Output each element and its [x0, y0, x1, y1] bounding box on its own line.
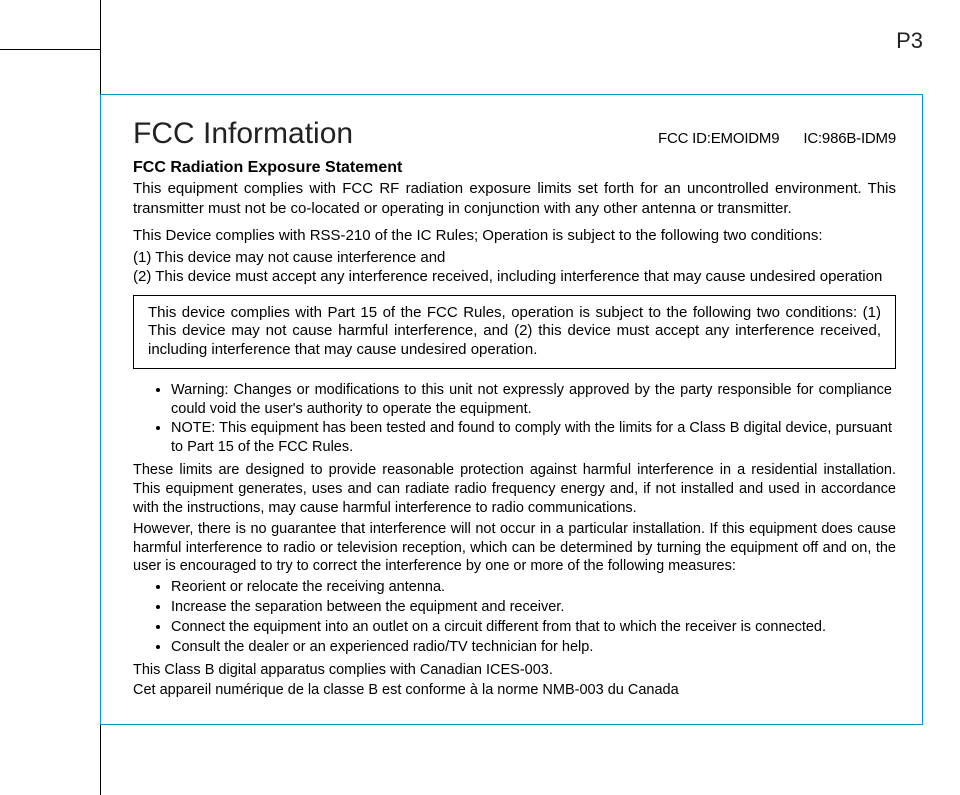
interference-paragraph: However, there is no guarantee that inte… — [133, 520, 896, 577]
device-ids: FCC ID:EMOIDM9 IC:986B-IDM9 — [634, 130, 896, 147]
rss-intro: This Device complies with RSS-210 of the… — [133, 226, 896, 246]
measure-bullet: Consult the dealer or an experienced rad… — [171, 638, 896, 657]
measures-bullet-list: Reorient or relocate the receiving anten… — [133, 578, 896, 656]
ic-id: IC:986B-IDM9 — [803, 130, 896, 147]
measure-bullet: Connect the equipment into an outlet on … — [171, 618, 896, 637]
rss-conditions-list: (1) This device may not cause interferen… — [133, 248, 896, 287]
measure-bullet: Reorient or relocate the receiving anten… — [171, 578, 896, 597]
content-frame: FCC Information FCC ID:EMOIDM9 IC:986B-ID… — [100, 94, 923, 725]
rss-condition-1: (1) This device may not cause interferen… — [133, 248, 896, 268]
title-row: FCC Information FCC ID:EMOIDM9 IC:986B-ID… — [133, 117, 896, 151]
page-title: FCC Information — [133, 117, 353, 151]
warning-bullet-list: Warning: Changes or modifications to thi… — [133, 381, 896, 457]
exposure-paragraph: This equipment complies with FCC RF radi… — [133, 179, 896, 218]
ices-fr-paragraph: Cet appareil numérique de la classe B es… — [133, 681, 896, 700]
ices-en-paragraph: This Class B digital apparatus complies … — [133, 661, 896, 680]
warning-bullet: Warning: Changes or modifications to thi… — [171, 381, 896, 419]
limits-paragraph: These limits are designed to provide rea… — [133, 461, 896, 518]
margin-horizontal-rule — [0, 49, 100, 50]
page-number: P3 — [896, 28, 923, 54]
rss-condition-2: (2) This device must accept any interfer… — [133, 267, 896, 287]
note-bullet: NOTE: This equipment has been tested and… — [171, 419, 896, 457]
exposure-heading: FCC Radiation Exposure Statement — [133, 159, 896, 177]
fcc-id: FCC ID:EMOIDM9 — [658, 130, 779, 147]
measure-bullet: Increase the separation between the equi… — [171, 598, 896, 617]
part15-framed-notice: This device complies with Part 15 of the… — [133, 295, 896, 369]
